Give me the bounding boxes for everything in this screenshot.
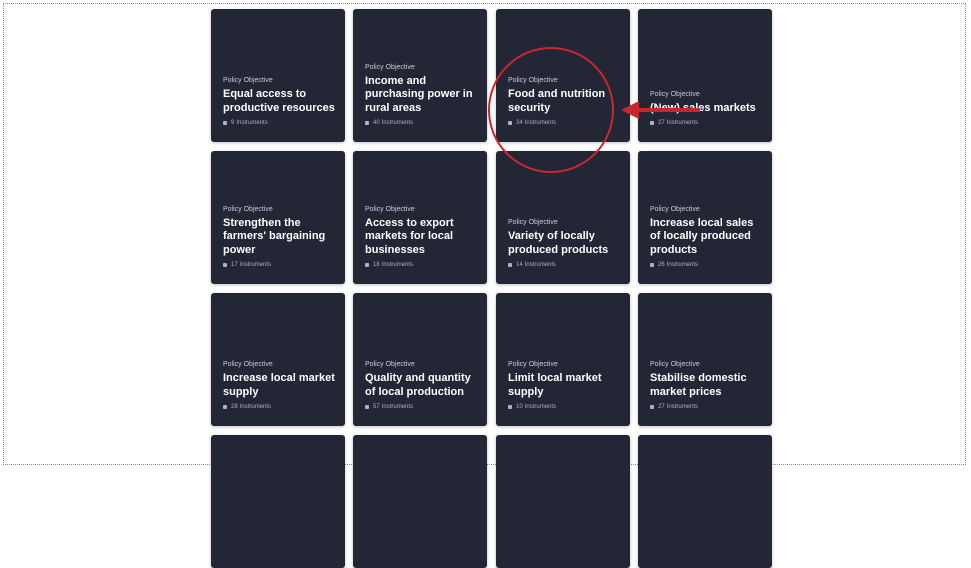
instrument-count: 34 Instruments	[508, 119, 622, 127]
instrument-count: 57 Instruments	[365, 403, 479, 411]
card-eyebrow: Policy Objective	[508, 77, 558, 84]
card-eyebrow: Policy Objective	[223, 361, 273, 368]
policy-card-partial[interactable]	[638, 435, 772, 568]
instrument-count: 40 Instruments	[365, 119, 479, 127]
card-eyebrow: Policy Objective	[650, 361, 700, 368]
card-eyebrow: Policy Objective	[650, 205, 700, 213]
instrument-count: 27 Instruments	[650, 119, 764, 127]
policy-card-product-variety[interactable]: Policy Objective Variety of locally prod…	[496, 151, 630, 284]
policy-card-stabilise-prices[interactable]: Policy Objective Stabilise domestic mark…	[638, 293, 772, 426]
policy-card-local-sales[interactable]: Policy Objective Increase local sales of…	[638, 151, 772, 284]
instruments-icon	[650, 121, 654, 125]
card-eyebrow: Policy Objective	[365, 63, 415, 71]
card-eyebrow: Policy Objective	[365, 361, 415, 368]
instruments-icon	[223, 121, 227, 125]
card-title: Increase local sales of locally produced…	[650, 216, 754, 256]
card-title: Stabilise domestic market prices	[650, 372, 747, 398]
card-eyebrow: Policy Objective	[650, 90, 700, 98]
card-eyebrow: Policy Objective	[508, 361, 558, 368]
card-eyebrow: Policy Objective	[365, 205, 415, 213]
card-eyebrow: Policy Objective	[223, 205, 273, 213]
instruments-icon	[650, 405, 654, 409]
card-title: Variety of locally produced products	[508, 230, 609, 256]
instrument-count: 17 Instruments	[223, 261, 337, 269]
policy-objective-grid: Policy Objective Equal access to product…	[0, 0, 971, 568]
policy-card-partial[interactable]	[353, 435, 487, 568]
instruments-icon	[508, 405, 512, 409]
instrument-count: 28 Instruments	[223, 403, 337, 411]
instruments-icon	[508, 121, 512, 125]
instrument-count: 9 Instruments	[223, 119, 337, 127]
policy-card-partial[interactable]	[496, 435, 630, 568]
card-title: Access to export markets for local busin…	[365, 216, 454, 256]
instruments-icon	[650, 263, 654, 267]
card-eyebrow: Policy Objective	[508, 219, 558, 226]
card-title: Equal access to productive resources	[223, 88, 335, 114]
policy-card-limit-supply[interactable]: Policy Objective Limit local market supp…	[496, 293, 630, 426]
policy-card-food-security[interactable]: Policy Objective Food and nutrition secu…	[496, 9, 630, 142]
card-title: Strengthen the farmers' bargaining power	[223, 216, 326, 256]
instruments-icon	[365, 121, 369, 125]
card-title: Food and nutrition security	[508, 88, 606, 114]
policy-card-sales-markets[interactable]: Policy Objective (New) sales markets 27 …	[638, 9, 772, 142]
card-title: Quality and quantity of local production	[365, 372, 471, 398]
card-title: Limit local market supply	[508, 372, 602, 398]
policy-card-production-quality[interactable]: Policy Objective Quality and quantity of…	[353, 293, 487, 426]
policy-card-market-supply[interactable]: Policy Objective Increase local market s…	[211, 293, 345, 426]
instrument-count: 14 Instruments	[508, 261, 622, 269]
instrument-count: 10 Instruments	[508, 403, 622, 411]
card-title: Increase local market supply	[223, 372, 335, 398]
instruments-icon	[508, 263, 512, 267]
policy-card-income[interactable]: Policy Objective Income and purchasing p…	[353, 9, 487, 142]
instruments-icon	[223, 405, 227, 409]
card-eyebrow: Policy Objective	[223, 77, 273, 84]
instruments-icon	[223, 263, 227, 267]
card-title: Income and purchasing power in rural are…	[365, 74, 473, 114]
instrument-count: 18 Instruments	[365, 261, 479, 269]
instrument-count: 27 Instruments	[650, 403, 764, 411]
policy-card-partial[interactable]	[211, 435, 345, 568]
instruments-icon	[365, 405, 369, 409]
policy-card-equal-access[interactable]: Policy Objective Equal access to product…	[211, 9, 345, 142]
policy-card-export-markets[interactable]: Policy Objective Access to export market…	[353, 151, 487, 284]
instruments-icon	[365, 263, 369, 267]
instrument-count: 26 Instruments	[650, 261, 764, 269]
policy-card-bargaining-power[interactable]: Policy Objective Strengthen the farmers'…	[211, 151, 345, 284]
card-title: (New) sales markets	[650, 101, 756, 114]
